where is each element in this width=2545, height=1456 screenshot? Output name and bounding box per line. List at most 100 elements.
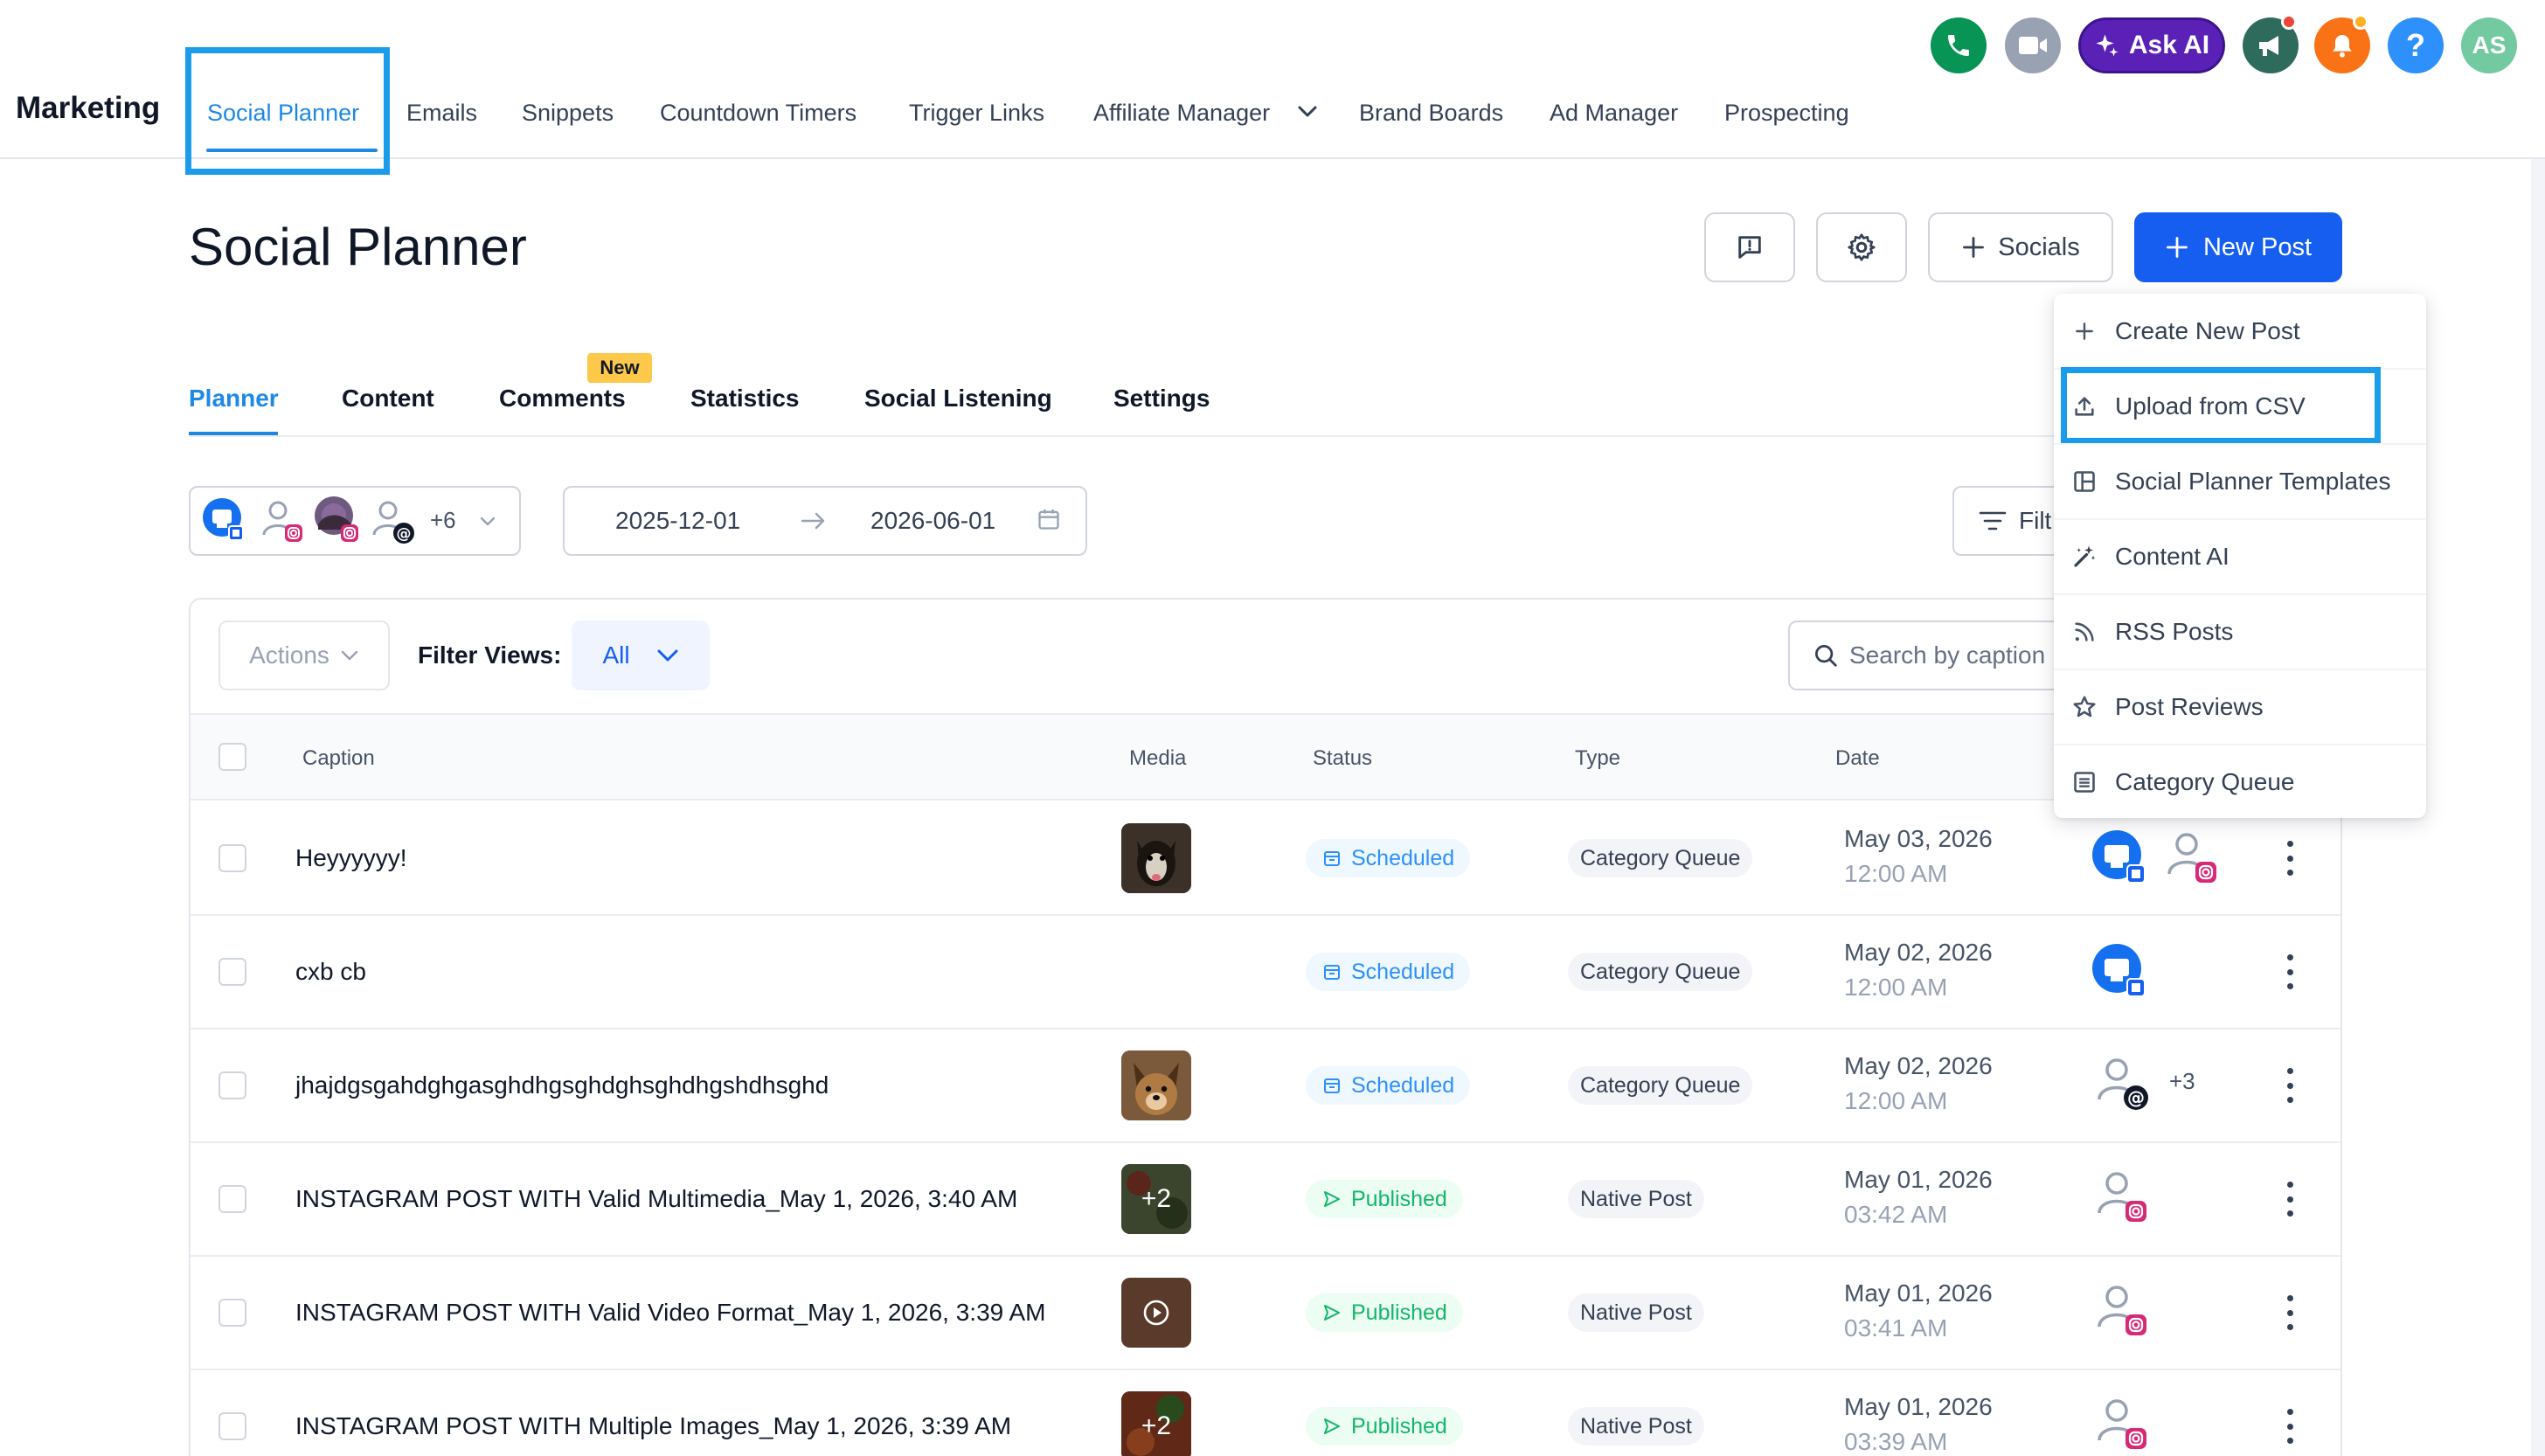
template-icon: [2071, 468, 2098, 495]
tab-settings[interactable]: Settings: [1113, 385, 1210, 413]
help-icon[interactable]: ?: [2388, 17, 2444, 73]
tab-planner[interactable]: Planner: [189, 385, 279, 413]
nav-item-trigger-links[interactable]: Trigger Links: [909, 100, 1044, 127]
feedback-button[interactable]: [1704, 212, 1795, 282]
media-thumbnail[interactable]: [1121, 1050, 1191, 1120]
row-time: 12:00 AM: [1844, 860, 1948, 887]
menu-item-rss-posts[interactable]: RSS Posts: [2054, 594, 2426, 669]
select-all-checkbox[interactable]: [218, 743, 246, 771]
row-more-menu-icon[interactable]: [2286, 841, 2293, 876]
menu-item-category-queue[interactable]: Category Queue: [2054, 745, 2426, 820]
row-time: 12:00 AM: [1844, 974, 1948, 1001]
search-input[interactable]: Search by caption: [1788, 621, 2077, 690]
menu-item-social-planner-templates[interactable]: Social Planner Templates: [2054, 444, 2426, 519]
status-label: Scheduled: [1351, 1072, 1455, 1098]
ask-ai-label: Ask AI: [2128, 31, 2210, 59]
ask-ai-button[interactable]: Ask AI: [2078, 17, 2225, 73]
calendar-icon[interactable]: [1037, 507, 1061, 531]
menu-item-content-ai[interactable]: Content AI: [2054, 519, 2426, 594]
row-time: 03:42 AM: [1844, 1201, 1948, 1228]
column-header-status[interactable]: Status: [1313, 746, 1372, 771]
row-more-menu-icon[interactable]: [2286, 1295, 2293, 1330]
video-camera-icon[interactable]: [2005, 17, 2061, 73]
row-checkbox[interactable]: [218, 844, 246, 872]
row-caption[interactable]: INSTAGRAM POST WITH Valid Video Format_M…: [295, 1299, 1045, 1327]
date-end[interactable]: 2026-06-01: [870, 507, 995, 535]
new-badge: New: [587, 353, 652, 383]
nav-item-countdown-timers[interactable]: Countdown Timers: [660, 100, 856, 127]
media-thumbnail[interactable]: [1121, 1278, 1191, 1348]
tabs-divider: [189, 435, 2342, 437]
gmb-account-avatar: [2091, 829, 2148, 886]
search-placeholder: Search by caption: [1849, 641, 2046, 669]
nav-item-prospecting[interactable]: Prospecting: [1724, 100, 1849, 127]
row-date: May 01, 2026: [1844, 1279, 1993, 1307]
nav-item-ad-manager[interactable]: Ad Manager: [1550, 100, 1678, 127]
menu-item-label: Post Reviews: [2115, 693, 2264, 720]
add-socials-button[interactable]: Socials: [1928, 212, 2113, 282]
actions-dropdown[interactable]: Actions: [218, 621, 390, 690]
instagram-photo-account-avatar: [313, 495, 364, 545]
instagram-account-avatar: [2164, 829, 2222, 886]
column-header-type[interactable]: Type: [1575, 746, 1620, 771]
user-avatar[interactable]: AS: [2461, 17, 2517, 73]
plus-icon: [1963, 237, 1985, 258]
column-header-date[interactable]: Date: [1835, 746, 1880, 771]
star-icon: [2071, 694, 2098, 720]
tab-statistics[interactable]: Statistics: [690, 385, 800, 413]
row-checkbox[interactable]: [218, 958, 246, 986]
column-header-caption[interactable]: Caption: [302, 746, 375, 771]
list-icon: [2071, 769, 2098, 795]
row-caption[interactable]: cxb cb: [295, 958, 366, 986]
nav-item-snippets[interactable]: Snippets: [522, 100, 614, 127]
row-caption[interactable]: INSTAGRAM POST WITH Multiple Images_May …: [295, 1412, 1011, 1440]
status-badge: Scheduled: [1306, 953, 1471, 991]
instagram-account-avatar: [2094, 1395, 2152, 1453]
row-more-menu-icon[interactable]: [2286, 1068, 2293, 1103]
chevron-down-icon[interactable]: [1297, 105, 1318, 119]
column-header-media[interactable]: Media: [1129, 746, 1186, 771]
menu-item-create-new-post[interactable]: Create New Post: [2054, 294, 2426, 369]
nav-item-affiliate-manager[interactable]: Affiliate Manager: [1093, 100, 1270, 127]
media-thumbnail[interactable]: +2: [1121, 1164, 1191, 1234]
row-more-menu-icon[interactable]: [2286, 1182, 2293, 1217]
accounts-more-count: +6: [430, 507, 456, 533]
row-caption[interactable]: INSTAGRAM POST WITH Valid Multimedia_May…: [295, 1185, 1017, 1213]
row-checkbox[interactable]: [218, 1299, 246, 1327]
row-more-menu-icon[interactable]: [2286, 954, 2293, 989]
filter-views-select[interactable]: All: [572, 621, 710, 690]
notification-dot: [2281, 14, 2297, 30]
row-checkbox[interactable]: [218, 1071, 246, 1099]
rss-icon: [2071, 619, 2098, 645]
media-thumbnail[interactable]: +2: [1121, 1391, 1191, 1456]
status-label: Published: [1351, 1413, 1447, 1439]
media-thumbnail[interactable]: [1121, 823, 1191, 893]
tab-content[interactable]: Content: [342, 385, 434, 413]
row-caption[interactable]: jhajdgsgahdghgasghdhgsghdghsghdhgshdhsgh…: [295, 1071, 829, 1099]
nav-item-emails[interactable]: Emails: [406, 100, 477, 127]
settings-button[interactable]: [1816, 212, 1907, 282]
actions-label: Actions: [249, 641, 329, 669]
feedback-icon: [1738, 236, 1761, 259]
menu-item-label: Category Queue: [2115, 768, 2295, 795]
row-checkbox[interactable]: [218, 1185, 246, 1213]
row-divider: [191, 1028, 2340, 1030]
tab-comments[interactable]: Comments: [499, 385, 626, 413]
row-more-menu-icon[interactable]: [2286, 1409, 2293, 1444]
phone-icon[interactable]: [1931, 17, 1987, 73]
nav-item-brand-boards[interactable]: Brand Boards: [1359, 100, 1503, 127]
table-header: [191, 713, 2340, 801]
date-start[interactable]: 2025-12-01: [615, 507, 740, 535]
svg-text:@: @: [397, 525, 412, 543]
menu-item-post-reviews[interactable]: Post Reviews: [2054, 669, 2426, 745]
page-scrollbar[interactable]: [2531, 159, 2545, 1456]
row-caption[interactable]: Heyyyyyy!: [295, 844, 407, 872]
menu-item-label: RSS Posts: [2115, 618, 2234, 645]
send-icon: [1324, 1191, 1340, 1207]
new-post-button[interactable]: New Post: [2134, 212, 2342, 282]
row-divider: [191, 1255, 2340, 1257]
send-icon: [1324, 1305, 1340, 1321]
tab-social-listening[interactable]: Social Listening: [864, 385, 1052, 413]
row-checkbox[interactable]: [218, 1412, 246, 1440]
chevron-down-icon[interactable]: [479, 516, 496, 528]
